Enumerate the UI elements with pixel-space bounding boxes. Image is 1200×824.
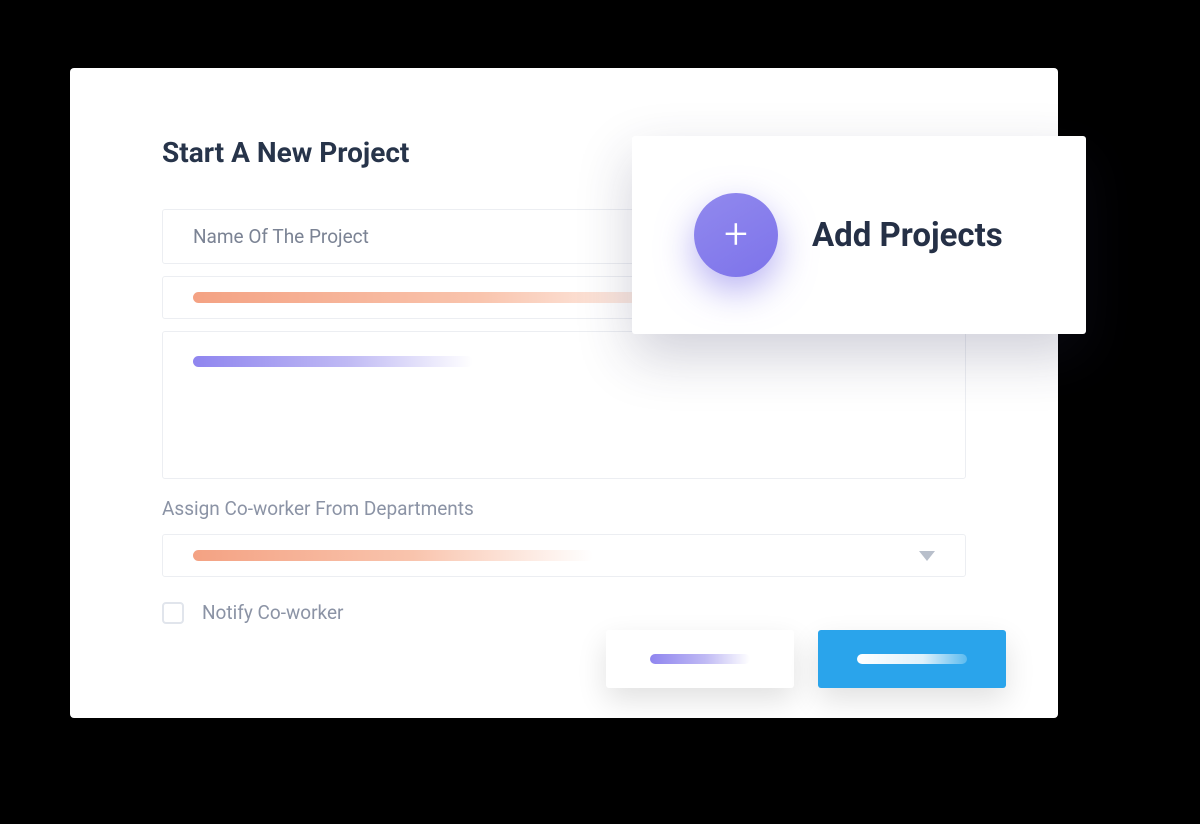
assign-coworker-label: Assign Co-worker From Departments — [162, 497, 966, 520]
add-projects-label: Add Projects — [812, 216, 1003, 255]
form-button-row — [606, 630, 1006, 688]
add-projects-plus-button[interactable]: + — [694, 193, 778, 277]
department-select[interactable] — [162, 534, 966, 577]
placeholder-skeleton — [193, 550, 593, 561]
placeholder-skeleton — [193, 356, 473, 367]
chevron-down-icon — [919, 551, 935, 561]
button-label-skeleton — [650, 654, 750, 664]
notify-coworker-label: Notify Co-worker — [202, 601, 344, 624]
add-projects-card[interactable]: + Add Projects — [632, 136, 1086, 334]
button-label-skeleton — [857, 654, 967, 664]
project-name-placeholder: Name Of The Project — [193, 225, 369, 248]
plus-icon: + — [724, 214, 748, 256]
cancel-button[interactable] — [606, 630, 794, 688]
project-description-textarea[interactable] — [162, 331, 966, 479]
submit-button[interactable] — [818, 630, 1006, 688]
notify-coworker-row: Notify Co-worker — [162, 601, 966, 624]
notify-coworker-checkbox[interactable] — [162, 602, 184, 624]
